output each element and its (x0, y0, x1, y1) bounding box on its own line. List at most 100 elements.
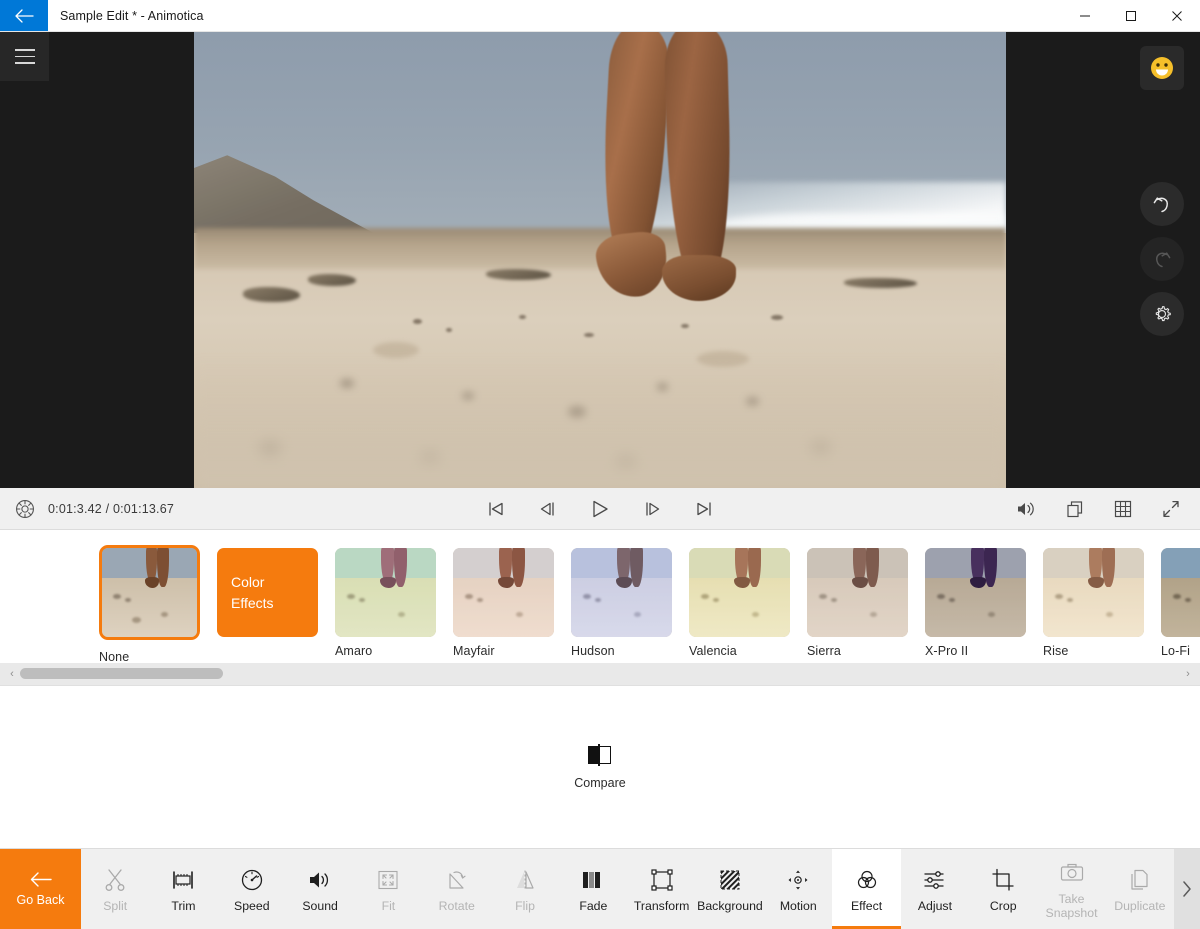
filter-strip-scrollbar[interactable]: ‹ › (0, 663, 1200, 686)
color-effects-line1: Color (231, 573, 265, 590)
back-arrow-icon (30, 872, 52, 887)
close-button[interactable] (1154, 0, 1200, 31)
filter-preview (1043, 548, 1144, 637)
scissors-icon (104, 867, 126, 893)
filter-item-amaro[interactable]: Amaro (335, 548, 436, 658)
tool-label: Effect (850, 899, 883, 913)
grid-button[interactable] (1108, 494, 1138, 524)
volume-button[interactable] (1012, 494, 1042, 524)
filter-item-xproii[interactable]: X-Pro II (925, 548, 1026, 658)
tool-background[interactable]: Background (696, 849, 764, 929)
expand-arrows-icon (1163, 500, 1179, 517)
smiley-face-icon (1151, 57, 1173, 79)
pebble (583, 332, 594, 337)
filter-item-hudson[interactable]: Hudson (571, 548, 672, 658)
rock (242, 287, 300, 302)
fullscreen-button[interactable] (1156, 494, 1186, 524)
hamburger-line (14, 49, 35, 51)
effect-icon (855, 867, 879, 893)
scroll-left-button[interactable]: ‹ (4, 668, 20, 680)
tool-sound[interactable]: Sound (286, 849, 354, 929)
filter-label: Mayfair (453, 644, 495, 658)
animotica-window: Sample Edit * - Animotica 0:01:3.42 / 0:… (0, 0, 1200, 929)
tool-effect[interactable]: Effect (832, 849, 902, 929)
tool-label: Fade (579, 899, 608, 913)
tool-take-snapshot: Take Snapshot (1037, 849, 1105, 929)
filter-item-mayfair[interactable]: Mayfair (453, 548, 554, 658)
play-button[interactable] (585, 494, 615, 524)
tool-label: Fit (381, 899, 396, 913)
color-effects-line2: Effects (231, 594, 274, 611)
filter-thumbnail (99, 545, 200, 640)
maximize-button[interactable] (1108, 0, 1154, 31)
tool-speed[interactable]: Speed (218, 849, 286, 929)
go-back-label: Go Back (16, 893, 65, 907)
color-effects-button[interactable]: Color Effects (217, 548, 318, 637)
close-icon (1172, 10, 1182, 21)
titlebar: Sample Edit * - Animotica (0, 0, 1200, 32)
compare-label: Compare (574, 776, 626, 790)
background-icon (718, 867, 742, 893)
scrollbar-thumb[interactable] (20, 668, 223, 679)
hamburger-line (14, 55, 35, 58)
tool-transform[interactable]: Transform (628, 849, 696, 929)
filter-thumbnail (1161, 548, 1200, 637)
minimize-button[interactable] (1062, 0, 1108, 31)
tool-rotate: Rotate (423, 849, 491, 929)
filter-thumbnail (453, 548, 554, 637)
hamburger-menu-button[interactable] (0, 32, 49, 81)
filter-label: Amaro (335, 644, 373, 658)
filter-label: Lo-Fi (1161, 644, 1190, 658)
duplicate-view-button[interactable] (1060, 494, 1090, 524)
skip-to-end-button[interactable] (689, 494, 719, 524)
tool-adjust[interactable]: Adjust (901, 849, 969, 929)
tool-fit: Fit (354, 849, 422, 929)
compare-area: Compare (0, 686, 1200, 848)
chevron-right-icon (1183, 881, 1191, 897)
filter-item-lofi[interactable]: Lo-Fi (1161, 548, 1200, 658)
tool-fade[interactable]: Fade (559, 849, 627, 929)
filter-thumbnail (571, 548, 672, 637)
playback-settings-button[interactable] (14, 498, 36, 520)
filter-thumbnail-strip[interactable]: None Color Effects Amaro Mayfair Hudson … (0, 530, 1200, 663)
tool-motion[interactable]: Motion (764, 849, 832, 929)
step-backward-button[interactable] (533, 494, 563, 524)
filter-label: X-Pro II (925, 644, 969, 658)
titlebar-back-button[interactable] (0, 0, 48, 31)
filter-label: Valencia (689, 644, 737, 658)
tool-crop[interactable]: Crop (969, 849, 1037, 929)
skip-to-start-button[interactable] (481, 494, 511, 524)
preview-settings-button[interactable] (1140, 292, 1184, 336)
window-controls (1062, 0, 1200, 31)
filter-item-valencia[interactable]: Valencia (689, 548, 790, 658)
filter-thumbnail (689, 548, 790, 637)
scrollbar-track[interactable] (20, 663, 1180, 685)
undo-arrow-icon (1153, 197, 1168, 213)
fit-icon (376, 867, 400, 893)
play-icon (593, 500, 608, 517)
step-backward-icon (540, 501, 554, 516)
gear-icon (1155, 306, 1171, 322)
transform-icon (650, 867, 674, 893)
go-back-button[interactable]: Go Back (0, 849, 81, 929)
filter-item-rise[interactable]: Rise (1043, 548, 1144, 658)
speedometer-icon (240, 867, 264, 893)
video-frame[interactable] (194, 32, 1006, 488)
step-forward-button[interactable] (637, 494, 667, 524)
tool-label: Duplicate (1114, 899, 1166, 913)
filter-item-sierra[interactable]: Sierra (807, 548, 908, 658)
undo-button[interactable] (1140, 182, 1184, 226)
playback-right-group (1012, 494, 1186, 524)
compare-button[interactable]: Compare (574, 744, 626, 790)
maximize-icon (1126, 10, 1136, 21)
feedback-emoji-button[interactable] (1140, 46, 1184, 90)
footprint (372, 342, 419, 359)
tool-trim[interactable]: Trim (149, 849, 217, 929)
filter-item-none[interactable]: None (99, 545, 200, 663)
filter-preview (807, 548, 908, 637)
scroll-right-button[interactable]: › (1180, 668, 1196, 680)
color-effects-tile[interactable]: Color Effects (217, 548, 318, 637)
toolbar-items: Split Trim Speed Sound Fit Rotate Flip F… (81, 849, 1174, 929)
speaker-icon (1018, 502, 1034, 515)
toolbar-scroll-right-button[interactable] (1174, 849, 1200, 929)
